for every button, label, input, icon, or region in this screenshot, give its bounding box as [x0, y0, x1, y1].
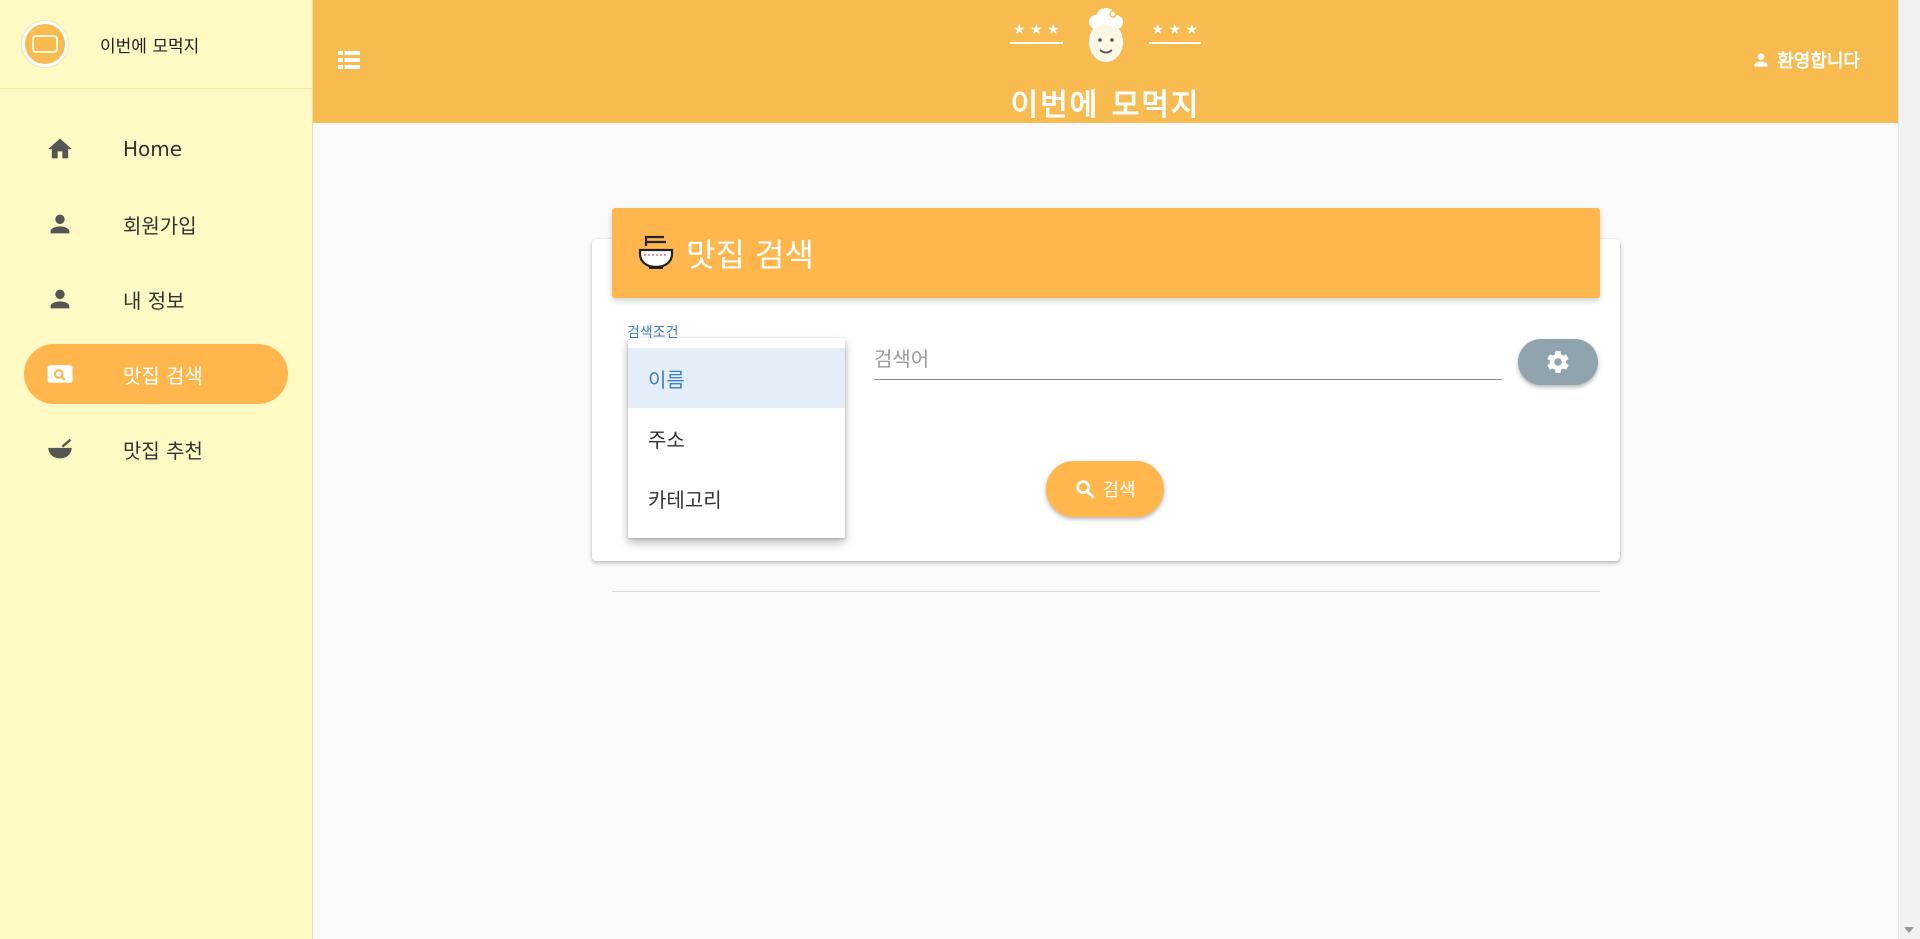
sidebar-item-label: Home: [123, 137, 183, 161]
sidebar: 이번에 모먹지 Home 회원가입 내 정보 맛집 검색 맛집 추천: [0, 0, 313, 939]
image-search-icon: [44, 358, 76, 390]
dropdown-option-name[interactable]: 이름: [628, 348, 845, 408]
page-scrollbar[interactable]: [1898, 0, 1920, 939]
settings-button[interactable]: [1518, 339, 1598, 385]
search-condition-dropdown: 이름 주소 카테고리: [628, 338, 845, 538]
sidebar-nav: Home 회원가입 내 정보 맛집 검색 맛집 추천: [0, 89, 312, 479]
chef-face-icon: [1081, 4, 1131, 72]
user-icon: [1754, 53, 1768, 67]
sidebar-item-label: 맛집 추천: [123, 438, 203, 463]
sidebar-item-restaurant-recommend[interactable]: 맛집 추천: [24, 419, 288, 479]
divider: [612, 591, 1600, 592]
sidebar-item-label: 회원가입: [123, 213, 197, 238]
search-card-header: 맛집 검색: [612, 208, 1600, 298]
sidebar-item-label: 내 정보: [123, 288, 185, 313]
sidebar-item-home[interactable]: Home: [24, 119, 288, 179]
home-icon: [44, 133, 76, 165]
top-app-bar: ★ ★ ★ ★ ★ ★ 이번에 모먹지 환영합니다: [313, 0, 1898, 123]
sidebar-item-restaurant-search[interactable]: 맛집 검색: [24, 344, 288, 404]
search-button[interactable]: 검색: [1046, 461, 1164, 517]
brand-logo: [22, 21, 68, 67]
stars-right: ★ ★ ★: [1148, 22, 1202, 44]
stars-left: ★ ★ ★: [1009, 22, 1063, 44]
sidebar-item-signup[interactable]: 회원가입: [24, 194, 288, 254]
person-icon: [44, 283, 76, 315]
person-icon: [44, 208, 76, 240]
gear-icon: [1547, 351, 1569, 373]
dropdown-option-address[interactable]: 주소: [628, 408, 845, 468]
search-button-label: 검색: [1102, 480, 1136, 501]
header-title: 이번에 모먹지: [1010, 88, 1201, 123]
brand-title: 이번에 모먹지: [100, 36, 200, 57]
header-branding: ★ ★ ★ ★ ★ ★ 이번에 모먹지: [313, 6, 1898, 124]
bowl-icon: [44, 433, 76, 465]
search-card-title: 맛집 검색: [686, 236, 814, 274]
welcome-link[interactable]: 환영합니다: [1751, 47, 1860, 73]
search-icon: [1076, 480, 1095, 499]
search-query-field: [874, 340, 1502, 380]
search-query-input[interactable]: [874, 340, 1502, 378]
sidebar-item-label: 맛집 검색: [123, 363, 203, 388]
noodle-bowl-icon: [638, 232, 674, 274]
dropdown-option-category[interactable]: 카테고리: [628, 468, 845, 528]
welcome-text: 환영합니다: [1777, 51, 1860, 72]
scroll-down-arrow-icon[interactable]: [1904, 927, 1914, 933]
sidebar-item-my-info[interactable]: 내 정보: [24, 269, 288, 329]
brand[interactable]: 이번에 모먹지: [0, 0, 312, 89]
